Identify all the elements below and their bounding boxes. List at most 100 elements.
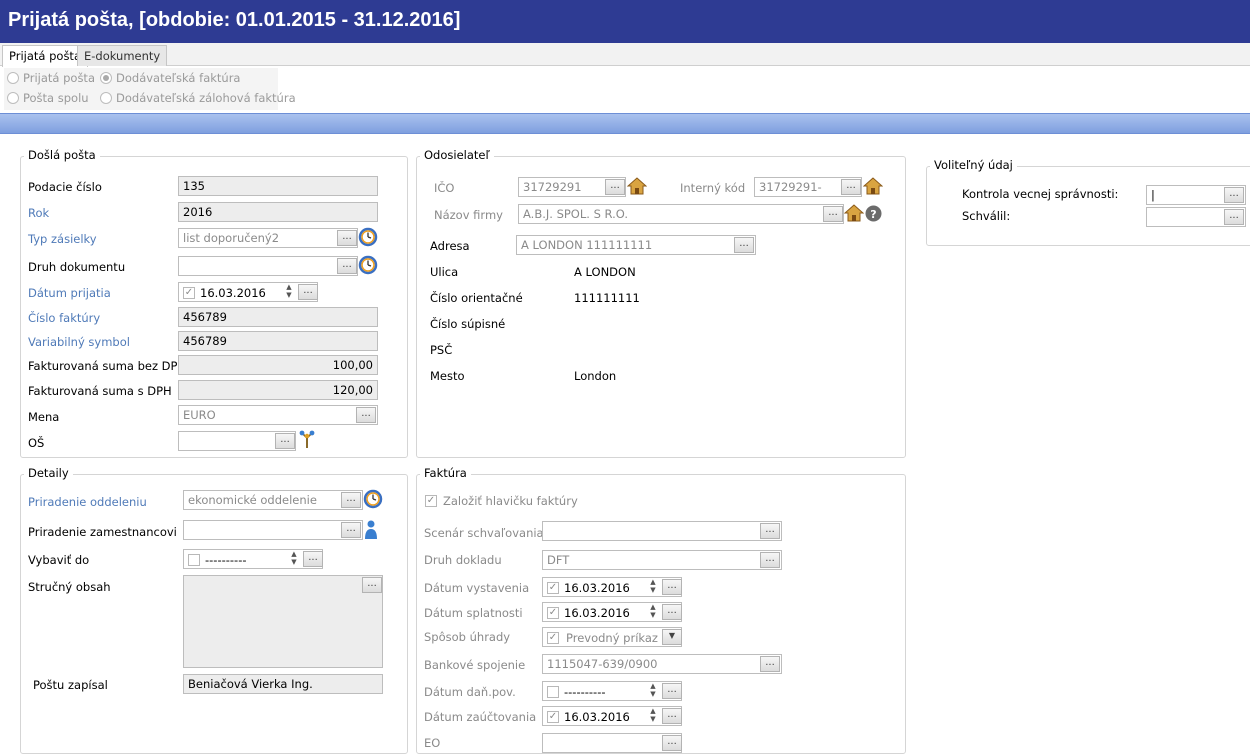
- suma-bez-dph-field[interactable]: 100,00: [178, 355, 378, 375]
- datum-zauctovania-value: 16.03.2016: [564, 710, 630, 724]
- vybavit-do-field[interactable]: [183, 549, 323, 569]
- priradenie-oddeleniu-label: Priradenie oddeleniu: [28, 495, 147, 509]
- nazov-firmy-button[interactable]: ...: [823, 206, 843, 222]
- spin-updown-icon[interactable]: ▲ ▼: [646, 578, 660, 596]
- chevron-down-icon[interactable]: ▼: [662, 629, 682, 645]
- spin-updown-icon[interactable]: ▲ ▼: [282, 283, 296, 301]
- adresa-field[interactable]: A LONDON 111111111: [516, 235, 756, 255]
- priradenie-zamestnancovi-button[interactable]: ...: [341, 522, 361, 538]
- scenar-field[interactable]: [542, 521, 782, 541]
- spin-updown-icon[interactable]: ▲ ▼: [646, 707, 660, 725]
- datum-prijatia-button[interactable]: ...: [298, 284, 318, 300]
- datum-dan-pov-field[interactable]: [542, 681, 682, 701]
- podacie-cislo-field[interactable]: 135: [178, 176, 378, 196]
- typ-zasielky-field[interactable]: list doporučený2: [178, 228, 358, 248]
- strucny-obsah-button[interactable]: ...: [362, 577, 382, 593]
- datum-splatnosti-label: Dátum splatnosti: [424, 606, 523, 620]
- kontrola-label: Kontrola vecnej správnosti:: [962, 187, 1119, 201]
- clock-icon[interactable]: [358, 227, 378, 247]
- scenar-button[interactable]: ...: [760, 523, 780, 539]
- datum-splatnosti-value: 16.03.2016: [564, 606, 630, 620]
- kontrola-button[interactable]: ...: [1224, 187, 1244, 203]
- radio-dodavatelska-faktura[interactable]: Dodávateľská faktúra: [100, 71, 240, 85]
- bankove-spojenie-field[interactable]: 1115047-639/0900: [542, 654, 782, 674]
- home-icon[interactable]: [844, 203, 864, 223]
- mena-button[interactable]: ...: [356, 407, 376, 423]
- mena-field[interactable]: EURO: [178, 405, 378, 425]
- clock-icon[interactable]: [358, 255, 378, 275]
- datum-prijatia-checkbox[interactable]: ✓: [183, 287, 195, 299]
- radio-dodavatelska-zalohova-faktura[interactable]: Dodávateľská zálohová faktúra: [100, 91, 296, 105]
- home-icon[interactable]: [863, 176, 883, 196]
- interny-kod-button[interactable]: ...: [841, 179, 861, 195]
- schvalil-button[interactable]: ...: [1224, 209, 1244, 225]
- vybavit-do-checkbox[interactable]: [188, 554, 200, 566]
- radio-circle-icon: [7, 72, 19, 84]
- cislo-orientacne-value: 111111111: [574, 291, 640, 305]
- nazov-firmy-field[interactable]: A.B.J. SPOL. S R.O.: [518, 204, 844, 224]
- spin-updown-icon[interactable]: ▲ ▼: [646, 603, 660, 621]
- adresa-button[interactable]: ...: [734, 237, 754, 253]
- priradenie-oddeleniu-button[interactable]: ...: [341, 492, 361, 508]
- strucny-obsah-textarea[interactable]: [183, 575, 383, 668]
- tab-e-dokumenty[interactable]: E-dokumenty: [77, 45, 168, 66]
- home-icon[interactable]: [627, 176, 647, 196]
- podacie-cislo-label: Podacie číslo: [28, 180, 102, 194]
- suma-s-dph-field[interactable]: 120,00: [178, 380, 378, 400]
- ico-label: IČO: [434, 181, 455, 195]
- mena-label: Mena: [28, 410, 60, 424]
- druh-dokladu-field[interactable]: DFT: [542, 550, 782, 570]
- datum-splatnosti-checkbox[interactable]: ✓: [547, 607, 559, 619]
- datum-prijatia-value: 16.03.2016: [200, 286, 266, 300]
- clock-icon[interactable]: [363, 489, 383, 509]
- spin-updown-icon[interactable]: ▲ ▼: [646, 682, 660, 700]
- cislo-faktury-field[interactable]: 456789: [178, 307, 378, 327]
- interny-kod-label: Interný kód: [680, 181, 746, 195]
- rok-label: Rok: [28, 206, 50, 220]
- datum-zauctovania-button[interactable]: ...: [662, 708, 682, 724]
- psc-label: PSČ: [430, 343, 453, 357]
- spin-updown-icon[interactable]: ▲ ▼: [287, 550, 301, 568]
- druh-dokumentu-field[interactable]: [178, 256, 358, 276]
- radio-circle-icon: [100, 92, 112, 104]
- priradenie-oddeleniu-field[interactable]: ekonomické oddelenie: [183, 490, 363, 510]
- odosielatel-legend: Odosielateľ: [420, 148, 494, 162]
- datum-vystavenia-checkbox[interactable]: ✓: [547, 582, 559, 594]
- tab-prijata-posta[interactable]: Prijatá pošta: [2, 45, 88, 67]
- datum-dan-pov-checkbox[interactable]: [547, 686, 559, 698]
- bankove-spojenie-button[interactable]: ...: [760, 656, 780, 672]
- vybavit-do-button[interactable]: ...: [303, 551, 323, 567]
- datum-vystavenia-label: Dátum vystavenia: [424, 581, 530, 595]
- eo-button[interactable]: ...: [662, 735, 682, 751]
- rok-field[interactable]: 2016: [178, 202, 378, 222]
- typ-zasielky-button[interactable]: ...: [337, 230, 357, 246]
- ico-button[interactable]: ...: [605, 179, 625, 195]
- datum-dan-pov-value: ----------: [564, 685, 606, 699]
- datum-splatnosti-button[interactable]: ...: [662, 604, 682, 620]
- druh-dokladu-button[interactable]: ...: [760, 552, 780, 568]
- volitelny-udaj-legend: Voliteľný údaj: [930, 158, 1017, 172]
- postu-zapisal-label: Poštu zapísal: [33, 678, 108, 692]
- cislo-faktury-label: Číslo faktúry: [28, 311, 101, 325]
- radio-prijata-posta[interactable]: Prijatá pošta: [7, 71, 95, 85]
- radio-posta-spolu[interactable]: Pošta spolu: [7, 91, 89, 105]
- toolbar-strip: [0, 113, 1250, 134]
- os-label: OŠ: [28, 436, 45, 450]
- druh-dokumentu-button[interactable]: ...: [337, 258, 357, 274]
- zalozit-hlavicku-checkbox[interactable]: ✓: [425, 495, 437, 507]
- postu-zapisal-field[interactable]: Beniačová Vierka Ing.: [183, 674, 383, 694]
- tree-structure-icon[interactable]: [298, 430, 316, 450]
- help-icon[interactable]: ?: [865, 205, 882, 222]
- variabilny-symbol-field[interactable]: 456789: [178, 331, 378, 351]
- mesto-label: Mesto: [430, 369, 465, 383]
- datum-vystavenia-button[interactable]: ...: [662, 579, 682, 595]
- priradenie-zamestnancovi-field[interactable]: [183, 520, 363, 540]
- sposob-uhrady-checkbox[interactable]: ✓: [547, 632, 559, 644]
- datum-zauctovania-checkbox[interactable]: ✓: [547, 711, 559, 723]
- suma-s-dph-label: Fakturovaná suma s DPH: [28, 384, 172, 398]
- datum-dan-pov-button[interactable]: ...: [662, 683, 682, 699]
- os-button[interactable]: ...: [275, 433, 295, 449]
- eo-field[interactable]: [542, 733, 682, 753]
- priradenie-zamestnancovi-label: Priradenie zamestnancovi: [28, 525, 177, 539]
- person-icon[interactable]: [364, 519, 378, 540]
